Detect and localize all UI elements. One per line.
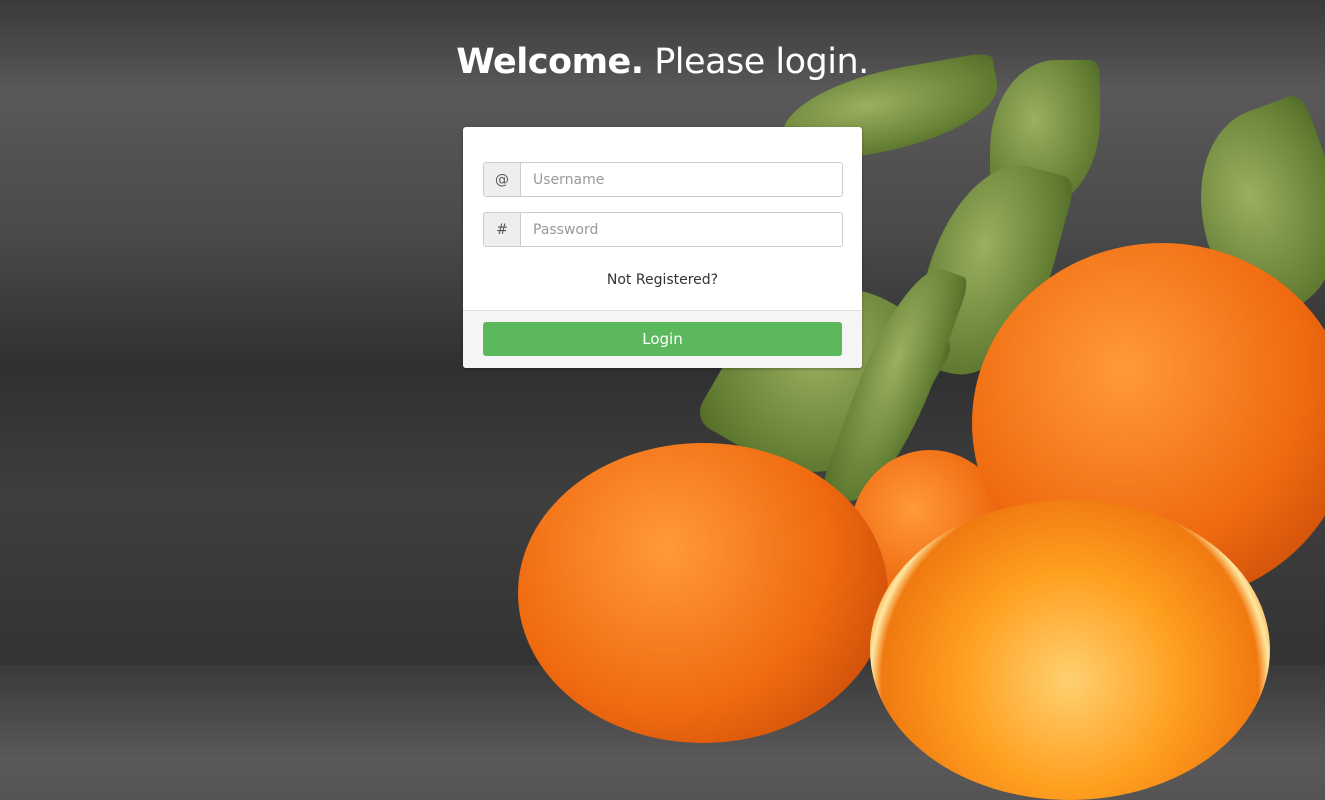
card-footer: Login: [463, 310, 862, 368]
username-group: @: [483, 162, 843, 197]
login-card: @ # Not Registered? Login: [463, 127, 862, 368]
title-rest: Please login.: [643, 42, 869, 82]
password-input[interactable]: [521, 213, 842, 246]
page-title: Welcome. Please login.: [0, 42, 1325, 82]
not-registered-link[interactable]: Not Registered?: [463, 272, 862, 288]
title-bold: Welcome.: [456, 42, 644, 82]
password-group: #: [483, 212, 843, 247]
login-button[interactable]: Login: [483, 322, 842, 356]
username-input[interactable]: [521, 163, 842, 196]
hash-icon: #: [484, 213, 521, 246]
at-icon: @: [484, 163, 521, 196]
